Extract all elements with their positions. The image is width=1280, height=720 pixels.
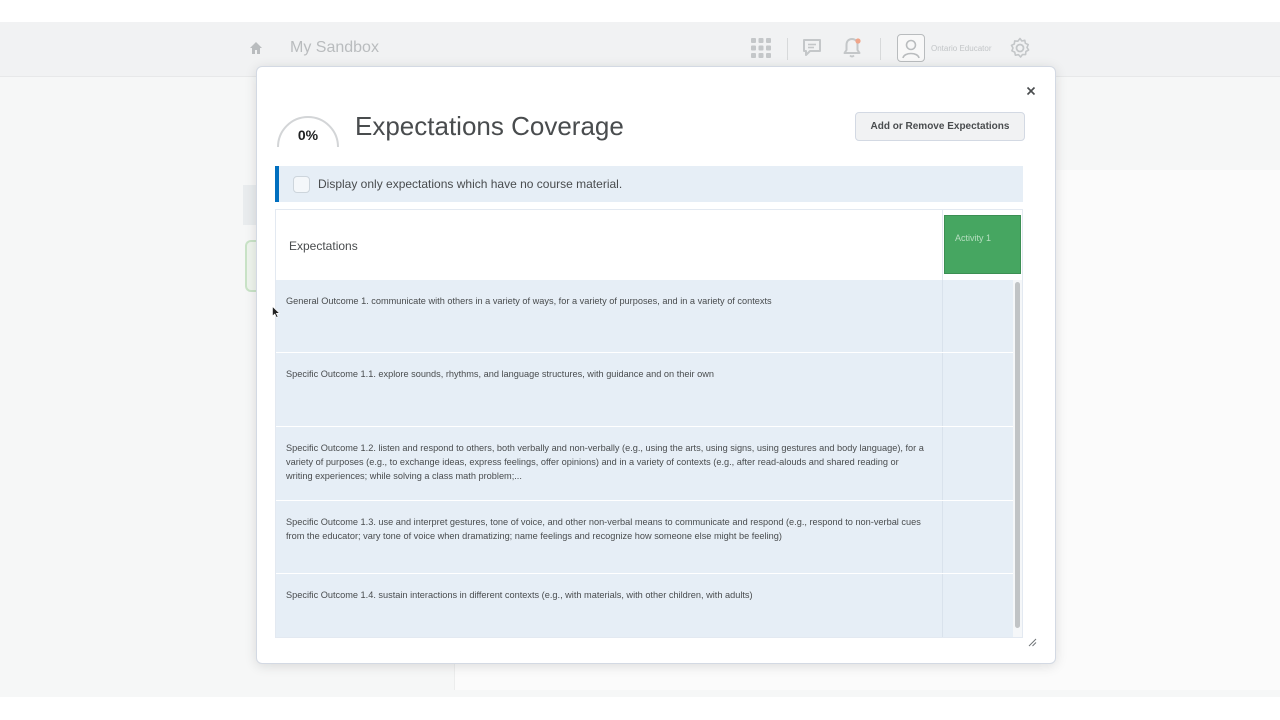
expectation-text: Specific Outcome 1.3. use and interpret …	[286, 517, 921, 541]
filter-label: Display only expectations which have no …	[318, 177, 623, 191]
grid-header: Expectations Activity 1	[276, 210, 1022, 281]
user-name[interactable]: Ontario Educator	[931, 44, 991, 53]
activity-label: Activity 1	[955, 233, 992, 243]
dialog-title: Expectations Coverage	[355, 111, 624, 141]
home-icon[interactable]	[249, 41, 263, 55]
column-divider	[942, 427, 943, 500]
column-divider	[942, 210, 943, 280]
expectation-text: General Outcome 1. communicate with othe…	[286, 296, 772, 306]
mouse-cursor-icon	[272, 306, 280, 318]
apps-grid-icon[interactable]	[749, 36, 773, 60]
avatar-icon	[902, 39, 920, 59]
close-icon	[1026, 86, 1036, 96]
coverage-percent: 0%	[297, 127, 319, 143]
chat-icon[interactable]	[800, 36, 824, 60]
no-material-checkbox[interactable]	[293, 175, 310, 193]
nav-separator	[787, 38, 788, 60]
activity-column-header[interactable]: Activity 1	[944, 215, 1021, 274]
filter-bar: Display only expectations which have no …	[275, 166, 1023, 202]
table-row[interactable]: General Outcome 1. communicate with othe…	[276, 280, 1013, 353]
table-row[interactable]: Specific Outcome 1.2. listen and respond…	[276, 427, 1013, 501]
bell-icon[interactable]	[840, 36, 864, 60]
table-row[interactable]: Specific Outcome 1.3. use and interpret …	[276, 501, 1013, 574]
table-row[interactable]: Specific Outcome 1.1. explore sounds, rh…	[276, 353, 1013, 427]
avatar[interactable]	[897, 34, 925, 62]
nav-separator	[880, 38, 881, 60]
resize-grip-icon[interactable]	[1027, 637, 1037, 647]
scrollbar-thumb[interactable]	[1015, 282, 1020, 628]
background-tab	[243, 185, 257, 225]
column-divider	[942, 280, 943, 352]
column-divider	[942, 574, 943, 637]
gear-icon[interactable]	[1008, 36, 1032, 60]
grid-rows: General Outcome 1. communicate with othe…	[276, 280, 1022, 637]
nav-title[interactable]: My Sandbox	[290, 39, 379, 57]
expectations-grid: Expectations Activity 1 General Outcome …	[275, 209, 1023, 638]
table-row[interactable]: Specific Outcome 1.4. sustain interactio…	[276, 574, 1013, 637]
expectation-text: Specific Outcome 1.4. sustain interactio…	[286, 590, 753, 600]
column-divider	[942, 501, 943, 573]
close-button[interactable]	[1021, 81, 1041, 101]
expectation-text: Specific Outcome 1.1. explore sounds, rh…	[286, 369, 714, 379]
expectations-coverage-dialog: 0% Expectations Coverage Add or Remove E…	[256, 66, 1056, 664]
top-strip	[0, 0, 1280, 22]
add-remove-expectations-button[interactable]: Add or Remove Expectations	[855, 112, 1025, 141]
expectations-column-header: Expectations	[289, 239, 358, 253]
expectation-text: Specific Outcome 1.2. listen and respond…	[286, 443, 924, 481]
column-divider	[942, 353, 943, 426]
